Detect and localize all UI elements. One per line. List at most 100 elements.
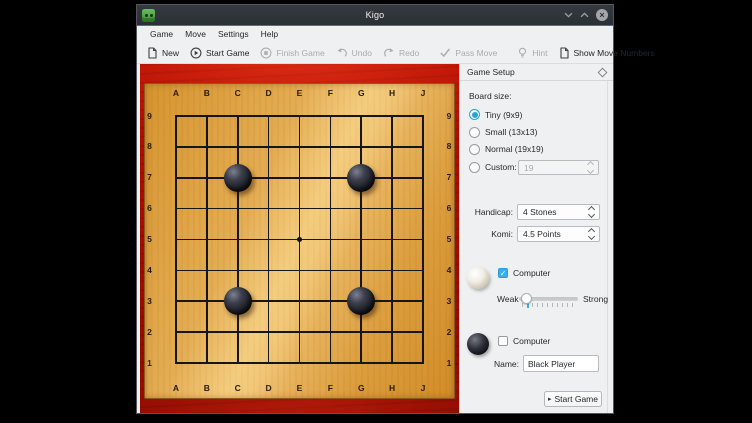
- name-label: Name:: [460, 359, 519, 370]
- kigo-window: Kigo × GameMoveSettingsHelp New Start Gam…: [136, 4, 614, 414]
- radio-circle: [469, 127, 480, 138]
- column-label-bottom: B: [199, 383, 215, 394]
- radio-circle: [469, 144, 480, 155]
- player-name-input[interactable]: [523, 355, 599, 372]
- column-label-bottom: H: [384, 383, 400, 394]
- row-label-left: 5: [143, 234, 156, 245]
- menu-bar: GameMoveSettingsHelp: [137, 26, 613, 42]
- game-setup-header: Game Setup: [460, 64, 613, 81]
- white-computer-checkbox[interactable]: [498, 268, 508, 278]
- row-label-right: 8: [443, 141, 456, 152]
- toolbar-redo[interactable]: Redo: [383, 47, 419, 58]
- grid-line-horizontal: [175, 362, 424, 364]
- row-label-left: 4: [143, 265, 156, 276]
- handicap-label: Handicap:: [460, 207, 513, 218]
- star-point: [297, 237, 302, 242]
- slider-tick: [567, 303, 568, 307]
- radio-label: Normal (19x19): [485, 144, 544, 154]
- column-label-top: B: [199, 88, 215, 99]
- toolbar-new[interactable]: New: [147, 47, 179, 59]
- row-label-left: 8: [143, 141, 156, 152]
- row-label-right: 7: [443, 172, 456, 183]
- toolbar-finish-game[interactable]: Finish Game: [260, 47, 324, 59]
- float-panel-icon[interactable]: [598, 67, 608, 77]
- start-game-button[interactable]: ▸ Start Game: [544, 391, 602, 407]
- custom-size-value: 19: [524, 163, 533, 173]
- slider-tick: [537, 303, 538, 307]
- column-label-top: A: [168, 88, 184, 99]
- column-label-bottom: J: [415, 383, 431, 394]
- radio-label: Custom:: [485, 162, 517, 172]
- toolbar-item-label: New: [162, 48, 179, 58]
- toolbar-item-label: Pass Move: [455, 48, 497, 58]
- slider-tick: [572, 303, 573, 307]
- slider-tick: [542, 303, 543, 307]
- title-bar[interactable]: Kigo ×: [137, 5, 613, 26]
- game-setup-title: Game Setup: [467, 67, 599, 77]
- grid-line-vertical: [391, 115, 393, 364]
- row-label-right: 3: [443, 296, 456, 307]
- spinbox-down-arrow-icon[interactable]: [588, 211, 595, 218]
- black-computer-checkbox[interactable]: [498, 336, 508, 346]
- window-title: Kigo: [137, 10, 613, 20]
- strength-slider-handle[interactable]: [521, 293, 532, 304]
- white-stone-image: [467, 267, 489, 289]
- row-label-left: 7: [143, 172, 156, 183]
- spinbox-down-arrow-icon[interactable]: [588, 233, 595, 240]
- row-label-left: 9: [143, 111, 156, 122]
- board-size-label: Board size:: [469, 91, 512, 102]
- go-board-surface[interactable]: AA99BB88CC77DD66EE55FF44GG33HH22JJ11: [144, 83, 455, 399]
- toolbar-pass-move[interactable]: Pass Move: [439, 47, 497, 58]
- handicap-spinbox[interactable]: 4 Stones: [517, 204, 600, 220]
- grid-line-vertical: [422, 115, 424, 364]
- custom-size-spinbox[interactable]: 19: [518, 160, 599, 175]
- main-content: AA99BB88CC77DD66EE55FF44GG33HH22JJ11 Gam…: [137, 64, 613, 413]
- column-label-bottom: E: [292, 383, 308, 394]
- toolbar-item-label: Undo: [352, 48, 372, 58]
- go-stone-black: [347, 287, 375, 315]
- radio-custom[interactable]: Custom:: [469, 162, 517, 173]
- close-button[interactable]: ×: [596, 9, 608, 21]
- menu-move[interactable]: Move: [179, 27, 212, 41]
- toolbar-show-move-numbers[interactable]: Show Move Numbers: [559, 47, 655, 59]
- go-stone-black: [224, 287, 252, 315]
- row-label-left: 1: [143, 358, 156, 369]
- black-computer-label: Computer: [513, 336, 550, 347]
- column-label-bottom: F: [322, 383, 338, 394]
- panel-frame-line: [607, 81, 608, 413]
- radio-label: Small (13x13): [485, 127, 537, 137]
- row-label-right: 5: [443, 234, 456, 245]
- spinbox-down-arrow-icon[interactable]: [587, 167, 594, 174]
- play-triangle-icon: ▸: [548, 396, 552, 403]
- menu-help[interactable]: Help: [255, 27, 284, 41]
- radio-normal-19x19[interactable]: Normal (19x19): [469, 144, 544, 155]
- toolbar-item-label: Redo: [399, 48, 419, 58]
- toolbar-item-label: Start Game: [206, 48, 249, 58]
- column-label-bottom: C: [230, 383, 246, 394]
- game-setup-panel: Game Setup Board size: Tiny (9x9) Small (…: [459, 64, 613, 413]
- row-label-right: 1: [443, 358, 456, 369]
- checkmark-icon: [439, 47, 451, 58]
- slider-tick: [562, 303, 563, 307]
- toolbar-start-game[interactable]: Start Game: [190, 47, 249, 59]
- column-label-bottom: A: [168, 383, 184, 394]
- menu-settings[interactable]: Settings: [212, 27, 255, 41]
- column-label-bottom: D: [261, 383, 277, 394]
- column-label-bottom: G: [353, 383, 369, 394]
- slider-tick: [557, 303, 558, 307]
- row-label-right: 6: [443, 203, 456, 214]
- slider-tick: [552, 303, 553, 307]
- handicap-value: 4 Stones: [523, 207, 557, 217]
- screen: Kigo × GameMoveSettingsHelp New Start Gam…: [0, 0, 752, 423]
- slider-tick: [532, 303, 533, 307]
- toolbar-undo[interactable]: Undo: [336, 47, 372, 58]
- start-game-button-label: Start Game: [555, 394, 598, 404]
- radio-small-13x13[interactable]: Small (13x13): [469, 127, 537, 138]
- radio-tiny-9x9[interactable]: Tiny (9x9): [469, 109, 522, 120]
- maximize-button[interactable]: [580, 12, 589, 18]
- column-label-top: E: [292, 88, 308, 99]
- komi-spinbox[interactable]: 4.5 Points: [517, 226, 600, 242]
- menu-game[interactable]: Game: [144, 27, 179, 41]
- minimize-button[interactable]: [564, 12, 573, 18]
- toolbar-hint[interactable]: Hint: [517, 47, 547, 59]
